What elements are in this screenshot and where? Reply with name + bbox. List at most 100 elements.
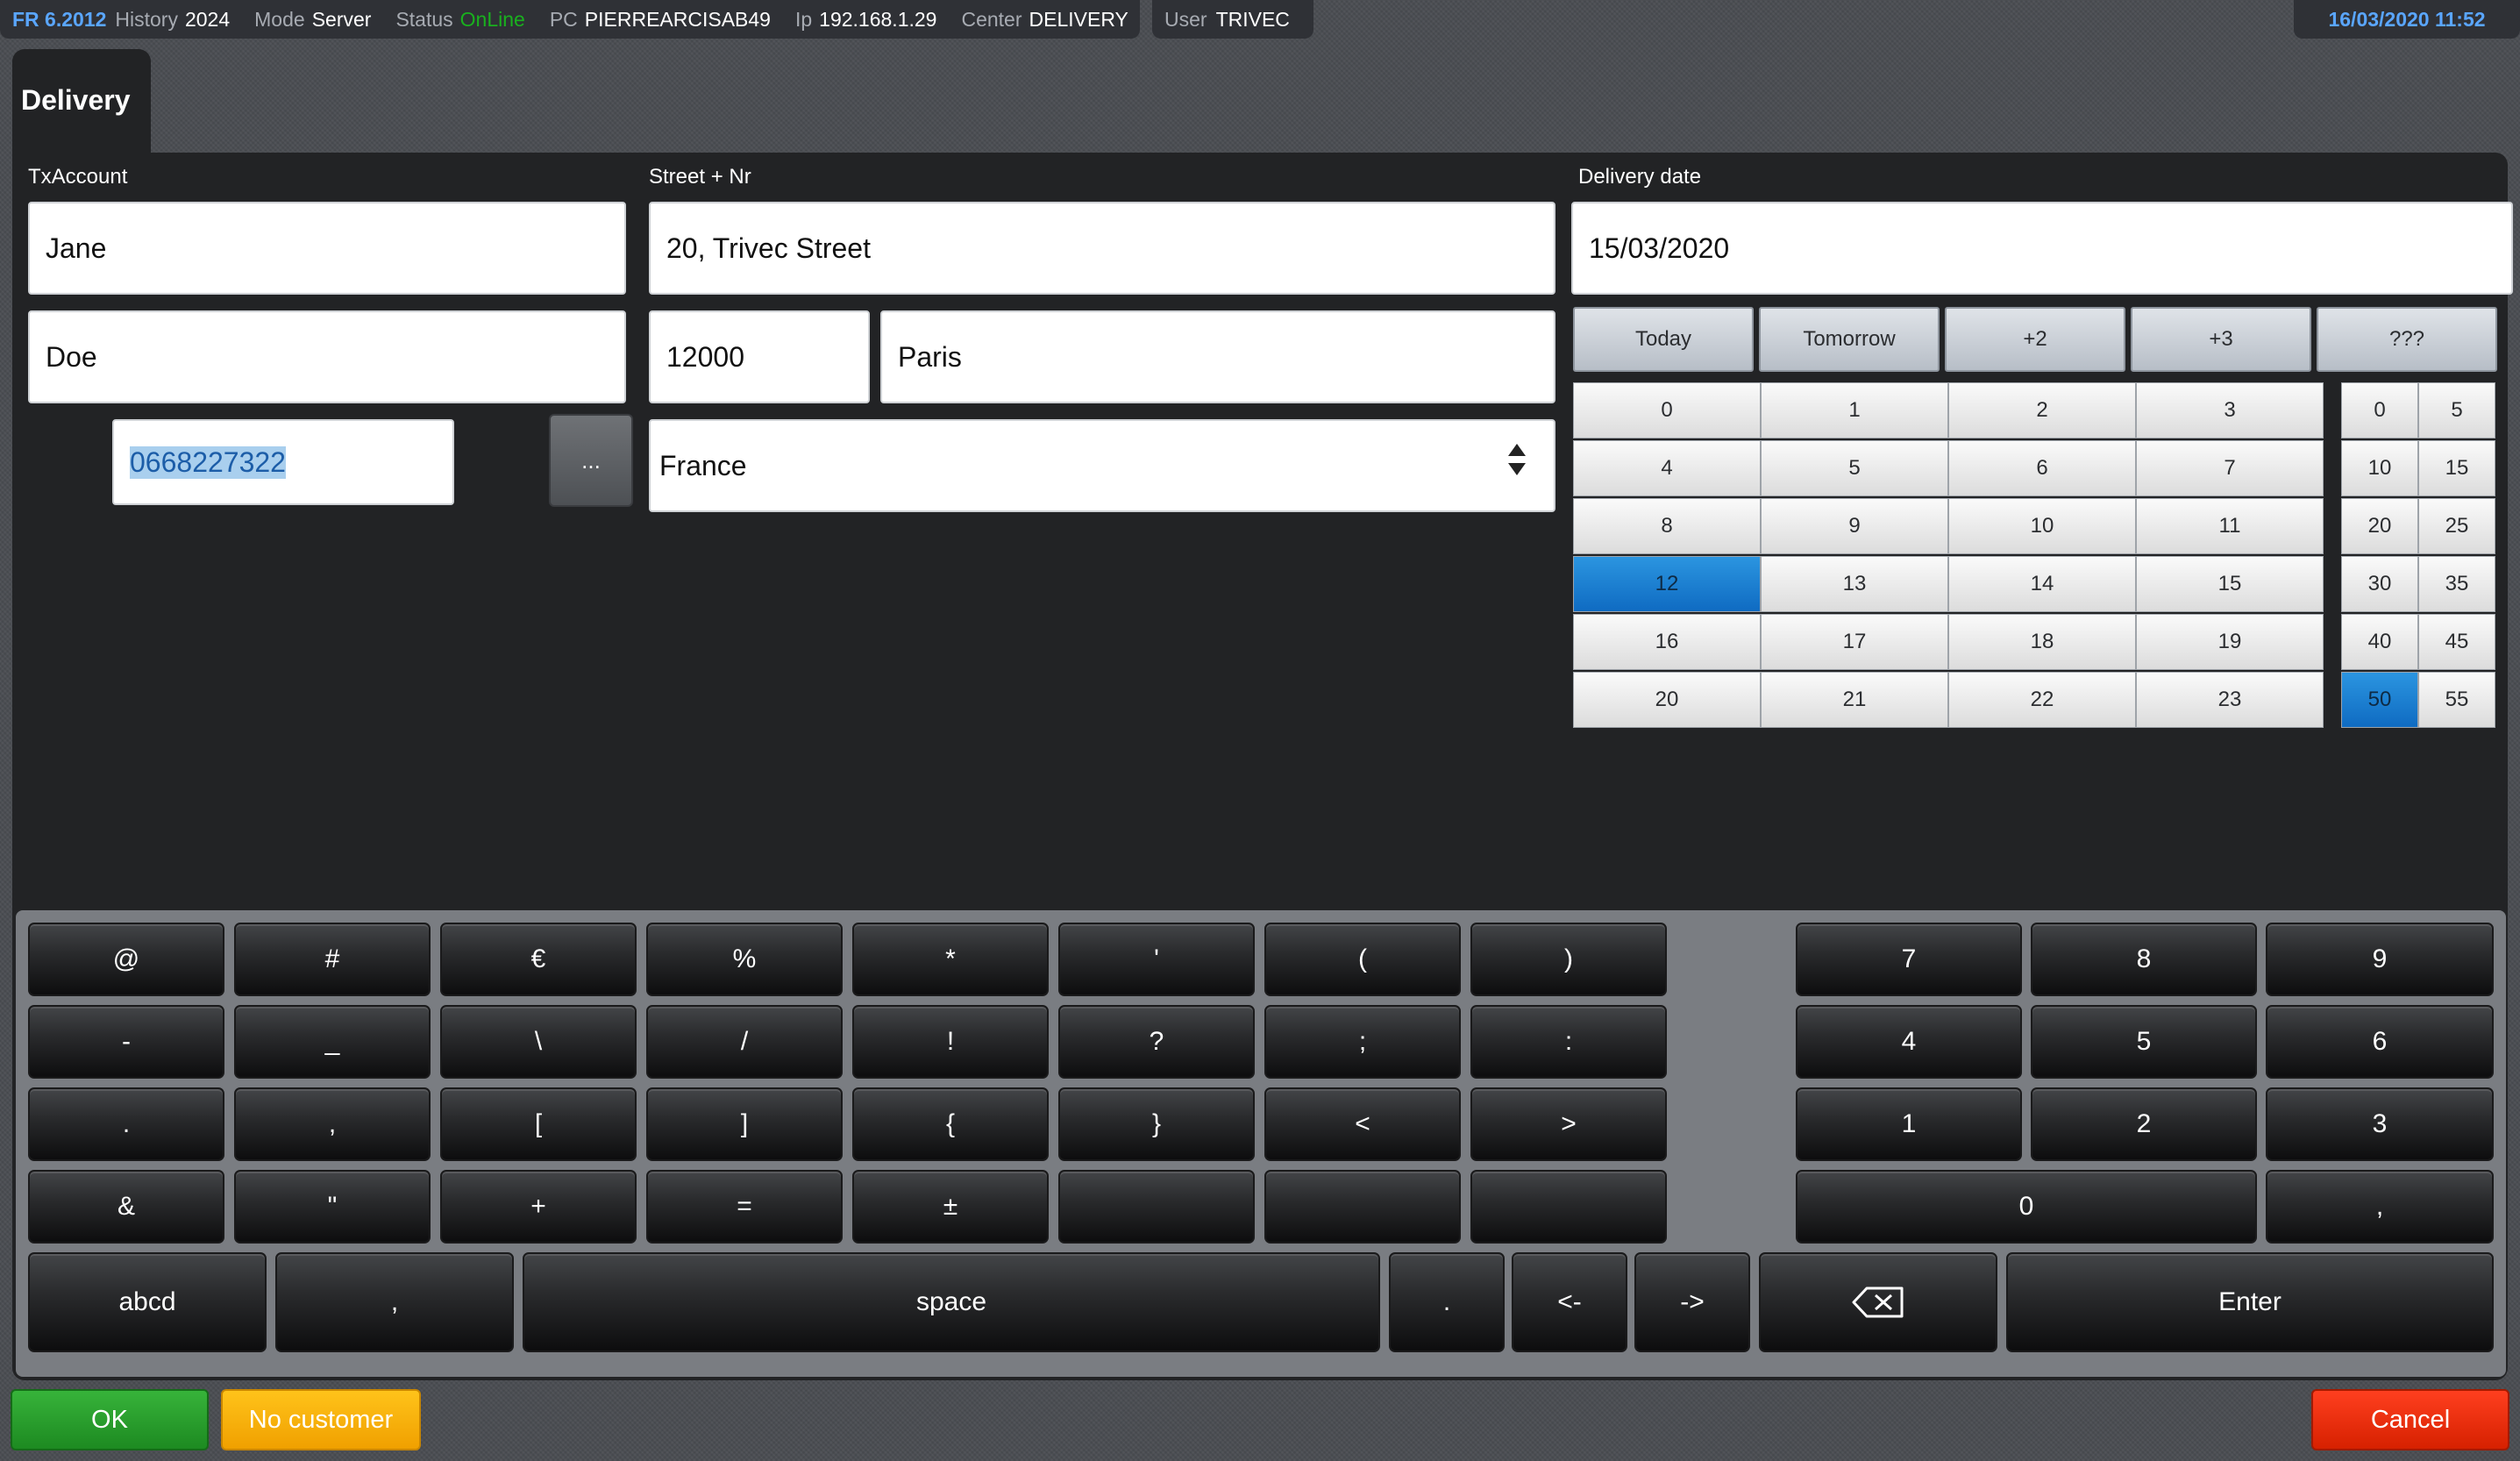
delivery-date-field[interactable]: 15/03/2020 <box>1571 202 2513 295</box>
key-5[interactable]: 5 <box>2031 1005 2257 1079</box>
minute-cell[interactable]: 20 <box>2341 498 2418 554</box>
key-6[interactable]: 6 <box>2266 1005 2494 1079</box>
key-close-paren[interactable]: ) <box>1470 923 1667 996</box>
last-name-field[interactable]: Doe <box>28 310 626 403</box>
key-apostrophe[interactable]: ' <box>1058 923 1255 996</box>
hour-cell[interactable]: 4 <box>1573 440 1761 496</box>
hour-cell[interactable]: 23 <box>2136 672 2324 728</box>
minute-cell[interactable]: 5 <box>2418 382 2495 438</box>
key-0[interactable]: 0 <box>1796 1170 2257 1244</box>
tab-delivery[interactable]: Delivery <box>12 49 151 154</box>
key-double-quote[interactable]: " <box>234 1170 431 1244</box>
key-bottom-period[interactable]: . <box>1389 1252 1505 1352</box>
key-close-brace[interactable]: } <box>1058 1087 1255 1161</box>
key-open-paren[interactable]: ( <box>1264 923 1461 996</box>
key-close-bracket[interactable]: ] <box>646 1087 843 1161</box>
hour-cell[interactable]: 19 <box>2136 614 2324 670</box>
key-exclamation[interactable]: ! <box>852 1005 1049 1079</box>
hour-cell[interactable]: 21 <box>1761 672 1948 728</box>
key-open-brace[interactable]: { <box>852 1087 1049 1161</box>
key-backslash[interactable]: \ <box>440 1005 637 1079</box>
key-minus[interactable]: - <box>28 1005 224 1079</box>
key-blank[interactable] <box>1264 1170 1461 1244</box>
country-select[interactable]: France <box>649 419 1555 512</box>
hour-cell[interactable]: 1 <box>1761 382 1948 438</box>
enter-key[interactable]: Enter <box>2006 1252 2494 1352</box>
hour-cell[interactable]: 0 <box>1573 382 1761 438</box>
minute-cell[interactable]: 10 <box>2341 440 2418 496</box>
hour-cell[interactable]: 8 <box>1573 498 1761 554</box>
key-at[interactable]: @ <box>28 923 224 996</box>
hour-cell[interactable]: 18 <box>1948 614 2136 670</box>
key-period[interactable]: . <box>28 1087 224 1161</box>
key-question[interactable]: ? <box>1058 1005 1255 1079</box>
key-hash[interactable]: # <box>234 923 431 996</box>
key-8[interactable]: 8 <box>2031 923 2257 996</box>
no-customer-button[interactable]: No customer <box>221 1389 421 1450</box>
street-field[interactable]: 20, Trivec Street <box>649 202 1555 295</box>
hour-cell-selected[interactable]: 12 <box>1573 556 1761 612</box>
key-1[interactable]: 1 <box>1796 1087 2022 1161</box>
more-options-button[interactable]: ... <box>549 414 633 507</box>
hour-cell[interactable]: 5 <box>1761 440 1948 496</box>
date-plus2-button[interactable]: +2 <box>1945 307 2125 372</box>
minute-cell[interactable]: 30 <box>2341 556 2418 612</box>
key-underscore[interactable]: _ <box>234 1005 431 1079</box>
city-field[interactable]: Paris <box>880 310 1555 403</box>
minute-cell[interactable]: 15 <box>2418 440 2495 496</box>
hour-cell[interactable]: 14 <box>1948 556 2136 612</box>
date-other-button[interactable]: ??? <box>2317 307 2497 372</box>
key-euro[interactable]: € <box>440 923 637 996</box>
key-numpad-comma[interactable]: , <box>2266 1170 2494 1244</box>
key-less-than[interactable]: < <box>1264 1087 1461 1161</box>
hour-cell[interactable]: 17 <box>1761 614 1948 670</box>
hour-cell[interactable]: 16 <box>1573 614 1761 670</box>
key-asterisk[interactable]: * <box>852 923 1049 996</box>
hour-cell[interactable]: 13 <box>1761 556 1948 612</box>
key-colon[interactable]: : <box>1470 1005 1667 1079</box>
key-percent[interactable]: % <box>646 923 843 996</box>
key-blank[interactable] <box>1470 1170 1667 1244</box>
key-blank[interactable] <box>1058 1170 1255 1244</box>
hour-cell[interactable]: 6 <box>1948 440 2136 496</box>
key-2[interactable]: 2 <box>2031 1087 2257 1161</box>
minute-cell[interactable]: 55 <box>2418 672 2495 728</box>
minute-cell-selected[interactable]: 50 <box>2341 672 2418 728</box>
hour-cell[interactable]: 15 <box>2136 556 2324 612</box>
phone-field[interactable]: 0668227322 <box>112 419 454 505</box>
cursor-right-key[interactable]: -> <box>1634 1252 1750 1352</box>
key-equals[interactable]: = <box>646 1170 843 1244</box>
minute-cell[interactable]: 25 <box>2418 498 2495 554</box>
key-bottom-comma[interactable]: , <box>275 1252 514 1352</box>
cursor-left-key[interactable]: <- <box>1512 1252 1627 1352</box>
key-plus[interactable]: + <box>440 1170 637 1244</box>
zip-field[interactable]: 12000 <box>649 310 870 403</box>
hour-cell[interactable]: 10 <box>1948 498 2136 554</box>
key-greater-than[interactable]: > <box>1470 1087 1667 1161</box>
hour-cell[interactable]: 9 <box>1761 498 1948 554</box>
hour-cell[interactable]: 20 <box>1573 672 1761 728</box>
key-comma[interactable]: , <box>234 1087 431 1161</box>
minute-cell[interactable]: 35 <box>2418 556 2495 612</box>
date-plus3-button[interactable]: +3 <box>2131 307 2311 372</box>
key-7[interactable]: 7 <box>1796 923 2022 996</box>
date-today-button[interactable]: Today <box>1573 307 1754 372</box>
key-9[interactable]: 9 <box>2266 923 2494 996</box>
date-tomorrow-button[interactable]: Tomorrow <box>1759 307 1940 372</box>
key-3[interactable]: 3 <box>2266 1087 2494 1161</box>
minute-cell[interactable]: 40 <box>2341 614 2418 670</box>
key-open-bracket[interactable]: [ <box>440 1087 637 1161</box>
key-ampersand[interactable]: & <box>28 1170 224 1244</box>
space-key[interactable]: space <box>523 1252 1380 1352</box>
hour-cell[interactable]: 2 <box>1948 382 2136 438</box>
key-slash[interactable]: / <box>646 1005 843 1079</box>
hour-cell[interactable]: 7 <box>2136 440 2324 496</box>
key-plus-minus[interactable]: ± <box>852 1170 1049 1244</box>
cancel-button[interactable]: Cancel <box>2311 1389 2509 1450</box>
hour-cell[interactable]: 3 <box>2136 382 2324 438</box>
minute-cell[interactable]: 0 <box>2341 382 2418 438</box>
backspace-key[interactable] <box>1759 1252 1997 1352</box>
first-name-field[interactable]: Jane <box>28 202 626 295</box>
abcd-key[interactable]: abcd <box>28 1252 267 1352</box>
hour-cell[interactable]: 22 <box>1948 672 2136 728</box>
